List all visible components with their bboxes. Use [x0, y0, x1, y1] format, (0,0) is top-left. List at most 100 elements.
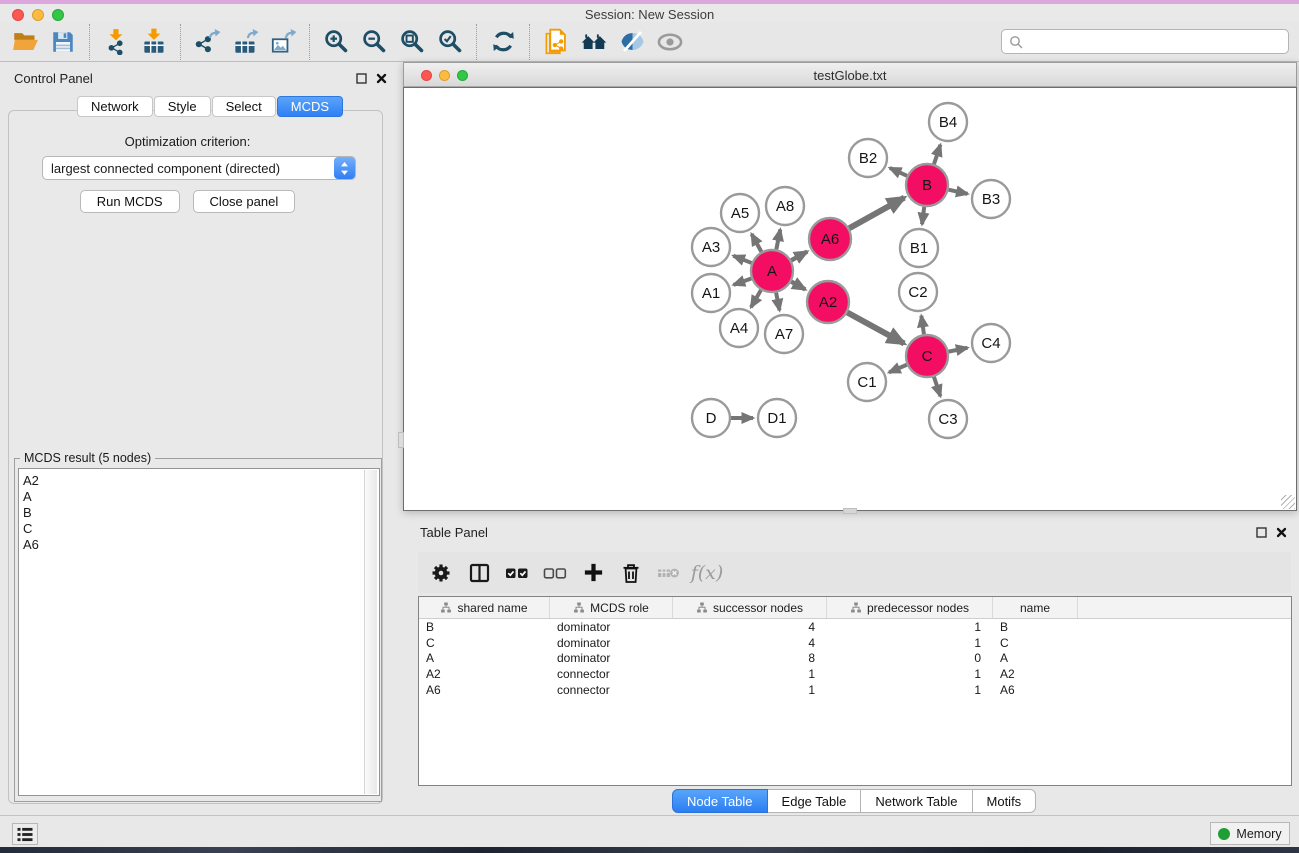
table-cell[interactable]: A	[993, 651, 1078, 665]
split-columns-button[interactable]	[460, 555, 498, 591]
open-folder-button[interactable]	[6, 24, 44, 60]
tab-style[interactable]: Style	[154, 96, 211, 117]
resize-grip-icon[interactable]	[1281, 495, 1295, 509]
graph-node-A[interactable]: A	[751, 250, 793, 292]
graph-edge-C-C2[interactable]	[921, 316, 924, 334]
table-cell[interactable]: 1	[827, 636, 993, 650]
graph-node-B4[interactable]: B4	[929, 103, 967, 141]
task-history-button[interactable]	[12, 823, 38, 845]
table-cell[interactable]: 4	[673, 620, 827, 634]
network-canvas[interactable]: B4B2BB3A8A5A6A3B1AA1C2A2A4A7C4CC1C3DD1	[403, 87, 1297, 511]
table-cell[interactable]: C	[419, 636, 550, 650]
graph-node-C2[interactable]: C2	[899, 273, 937, 311]
table-cell[interactable]: dominator	[550, 636, 673, 650]
float-icon[interactable]	[356, 73, 367, 84]
column-header-shared-name[interactable]: shared name	[419, 597, 550, 618]
table-row[interactable]: A6connector11A6	[419, 682, 1291, 698]
table-cell[interactable]: 1	[827, 620, 993, 634]
zoom-in-button[interactable]	[317, 24, 355, 60]
mcds-result-list[interactable]: A2ABCA6	[18, 468, 380, 796]
graph-edge-C-C3[interactable]	[934, 377, 940, 396]
table-cell[interactable]: connector	[550, 667, 673, 681]
graph-edge-A-A4[interactable]	[751, 290, 761, 307]
table-cell[interactable]: A	[419, 651, 550, 665]
table-cell[interactable]: B	[993, 620, 1078, 634]
graph-edge-A-A8[interactable]	[776, 230, 780, 250]
splitter-handle-left[interactable]	[398, 432, 404, 448]
tab-motifs[interactable]: Motifs	[973, 789, 1037, 813]
float-icon[interactable]	[1256, 527, 1267, 538]
graph-node-C1[interactable]: C1	[848, 363, 886, 401]
graph-node-A2[interactable]: A2	[807, 281, 849, 323]
graph-node-A3[interactable]: A3	[692, 228, 730, 266]
close-icon[interactable]	[376, 73, 387, 84]
table-cell[interactable]: B	[419, 620, 550, 634]
network-window-titlebar[interactable]: testGlobe.txt	[403, 62, 1297, 87]
hide-details-button[interactable]	[613, 24, 651, 60]
table-cell[interactable]: A6	[419, 683, 550, 697]
zoom-fit-button[interactable]	[393, 24, 431, 60]
table-cell[interactable]: 8	[673, 651, 827, 665]
splitter-handle-bottom[interactable]	[843, 508, 857, 514]
column-header-name[interactable]: name	[993, 597, 1078, 618]
column-header-mcds-role[interactable]: MCDS role	[550, 597, 673, 618]
graph-edge-C-C1[interactable]	[889, 365, 907, 373]
optimization-criterion-select[interactable]: largest connected component (directed)	[42, 156, 356, 180]
graph-edge-C-C4[interactable]	[949, 348, 968, 352]
zoom-selected-button[interactable]	[431, 24, 469, 60]
graph-node-A4[interactable]: A4	[720, 309, 758, 347]
export-image-button[interactable]	[264, 24, 302, 60]
table-cell[interactable]: C	[993, 636, 1078, 650]
home-networks-button[interactable]	[575, 24, 613, 60]
table-cell[interactable]: 1	[827, 667, 993, 681]
graph-edge-B-B3[interactable]	[948, 190, 967, 194]
table-cell[interactable]: 0	[827, 651, 993, 665]
mcds-result-item[interactable]: C	[19, 521, 379, 537]
graph-edge-A-A6[interactable]	[791, 252, 807, 261]
table-cell[interactable]: 1	[673, 683, 827, 697]
graph-node-D1[interactable]: D1	[758, 399, 796, 437]
table-cell[interactable]: 1	[827, 683, 993, 697]
graph-node-C[interactable]: C	[906, 335, 948, 377]
import-table-button[interactable]	[135, 24, 173, 60]
graph-edge-A6-B[interactable]	[849, 198, 904, 229]
select-all-checkboxes-button[interactable]	[498, 555, 536, 591]
show-details-button[interactable]	[651, 24, 689, 60]
gear-button[interactable]	[422, 555, 460, 591]
close-icon[interactable]	[1276, 527, 1287, 538]
tab-node-table[interactable]: Node Table	[672, 789, 768, 813]
graph-node-A5[interactable]: A5	[721, 194, 759, 232]
table-cell[interactable]: dominator	[550, 651, 673, 665]
search-field[interactable]	[1001, 29, 1289, 54]
mcds-result-item[interactable]: A6	[19, 537, 379, 553]
table-cell[interactable]: connector	[550, 683, 673, 697]
table-row[interactable]: Bdominator41B	[419, 619, 1291, 635]
table-cell[interactable]: A6	[993, 683, 1078, 697]
table-cell[interactable]: 1	[673, 667, 827, 681]
run-mcds-button[interactable]: Run MCDS	[80, 190, 180, 213]
graph-node-C4[interactable]: C4	[972, 324, 1010, 362]
graph-node-A1[interactable]: A1	[692, 274, 730, 312]
table-cell[interactable]: A2	[419, 667, 550, 681]
save-session-button[interactable]	[44, 24, 82, 60]
graph-node-B[interactable]: B	[906, 164, 948, 206]
export-table-button[interactable]	[226, 24, 264, 60]
search-input[interactable]	[1028, 34, 1288, 49]
graph-node-B3[interactable]: B3	[972, 180, 1010, 218]
mcds-result-item[interactable]: A	[19, 489, 379, 505]
graph-node-C3[interactable]: C3	[929, 400, 967, 438]
tab-select[interactable]: Select	[212, 96, 276, 117]
graph-edge-A-A1[interactable]	[734, 278, 752, 284]
export-network-button[interactable]	[188, 24, 226, 60]
table-row[interactable]: Adominator80A	[419, 650, 1291, 666]
table-cell[interactable]: A2	[993, 667, 1078, 681]
add-button[interactable]	[574, 555, 612, 591]
mcds-result-item[interactable]: B	[19, 505, 379, 521]
mcds-result-item[interactable]: A2	[19, 473, 379, 489]
graph-node-A7[interactable]: A7	[765, 315, 803, 353]
close-panel-button[interactable]: Close panel	[193, 190, 296, 213]
graph-edge-A-A3[interactable]	[733, 256, 751, 263]
graph-edge-A2-C[interactable]	[847, 313, 904, 344]
graph-edge-A-A5[interactable]	[752, 234, 762, 252]
column-header-predecessor-nodes[interactable]: predecessor nodes	[827, 597, 993, 618]
